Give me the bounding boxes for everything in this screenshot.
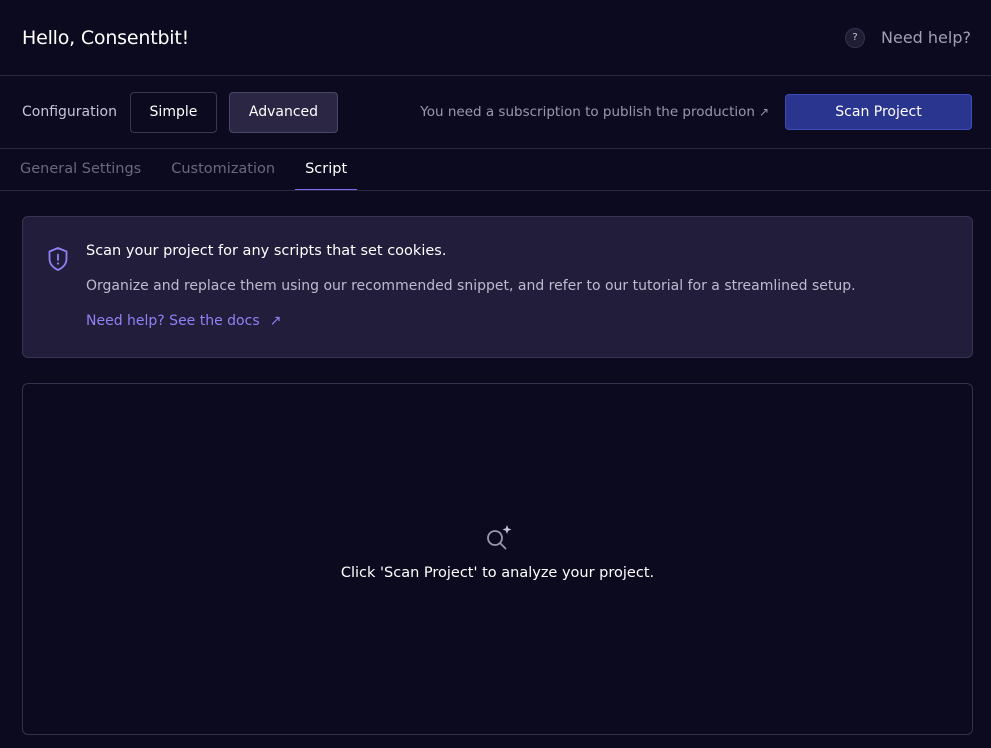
info-title: Scan your project for any scripts that s… — [86, 243, 447, 259]
info-card: Scan your project for any scripts that s… — [22, 216, 973, 358]
help-icon[interactable]: ? — [845, 27, 866, 48]
configuration-label: Configuration — [22, 104, 117, 120]
subscription-note[interactable]: You need a subscription to publish the p… — [420, 104, 755, 120]
configuration-bar: Configuration Simple Advanced You need a… — [0, 76, 991, 149]
docs-link[interactable]: Need help? See the docs ↗ — [86, 313, 281, 329]
advanced-mode-button[interactable]: Advanced — [228, 91, 338, 133]
app-window: Hello, Consentbit! ? Need help? Configur… — [0, 0, 991, 748]
shield-icon — [48, 247, 68, 271]
simple-mode-button[interactable]: Simple — [129, 91, 217, 133]
scan-project-button[interactable]: Scan Project — [785, 94, 972, 130]
search-sparkle-icon — [487, 525, 512, 550]
tab-script[interactable]: Script — [295, 149, 358, 190]
external-link-icon[interactable]: ↗ — [270, 313, 282, 329]
external-link-icon[interactable]: ↗ — [759, 105, 769, 119]
empty-state-text: Click 'Scan Project' to analyze your pro… — [340, 565, 655, 581]
help-link[interactable]: ? Need help? — [845, 27, 971, 48]
info-description: Organize and replace them using our reco… — [86, 278, 856, 294]
subscription-link[interactable]: You need a subscription to publish the p… — [420, 104, 769, 120]
page-greeting: Hello, Consentbit! — [22, 26, 190, 49]
tab-customization[interactable]: Customization — [161, 149, 285, 190]
header: Hello, Consentbit! ? Need help? — [0, 0, 991, 76]
tab-general-settings[interactable]: General Settings — [10, 149, 151, 190]
tab-bar: General Settings Customization Script — [0, 149, 991, 191]
scan-results-panel: Click 'Scan Project' to analyze your pro… — [22, 383, 973, 735]
help-label[interactable]: Need help? — [881, 28, 971, 47]
docs-link-label[interactable]: Need help? See the docs — [86, 313, 260, 329]
